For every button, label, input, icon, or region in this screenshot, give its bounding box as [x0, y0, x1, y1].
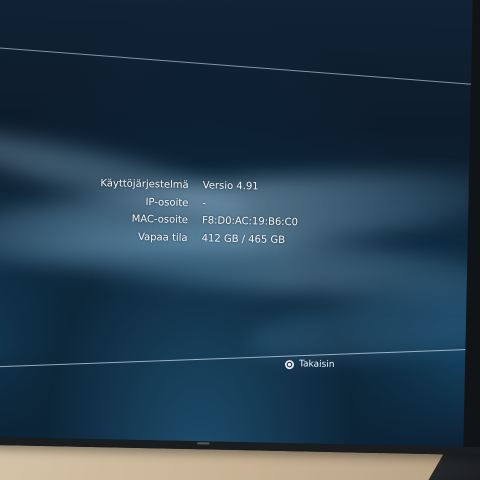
- info-label: Käyttöjärjestelmä: [100, 178, 189, 192]
- tv-frame: Käyttöjärjestelmä Versio 4.91 IP-osoite …: [0, 0, 480, 456]
- top-divider-line: [0, 46, 473, 91]
- ps3-system-info-screen: Käyttöjärjestelmä Versio 4.91 IP-osoite …: [0, 0, 473, 447]
- info-value: 412 GB / 465 GB: [201, 232, 286, 246]
- back-button-hint[interactable]: Takaisin: [284, 359, 335, 371]
- tv-brand-logo: [197, 442, 210, 445]
- info-value: Versio 4.91: [202, 180, 259, 193]
- circle-button-icon: [284, 359, 295, 369]
- info-label: IP-osoite: [145, 196, 189, 209]
- info-value: F8:D0:AC:19:B6:C0: [201, 215, 299, 229]
- back-label: Takaisin: [298, 359, 335, 371]
- info-label: MAC-osoite: [131, 214, 189, 227]
- system-info-panel: Käyttöjärjestelmä Versio 4.91 IP-osoite …: [85, 175, 346, 250]
- info-label: Vapaa tila: [137, 231, 188, 244]
- info-value: -: [202, 198, 207, 210]
- photo-background: Käyttöjärjestelmä Versio 4.91 IP-osoite …: [0, 0, 480, 480]
